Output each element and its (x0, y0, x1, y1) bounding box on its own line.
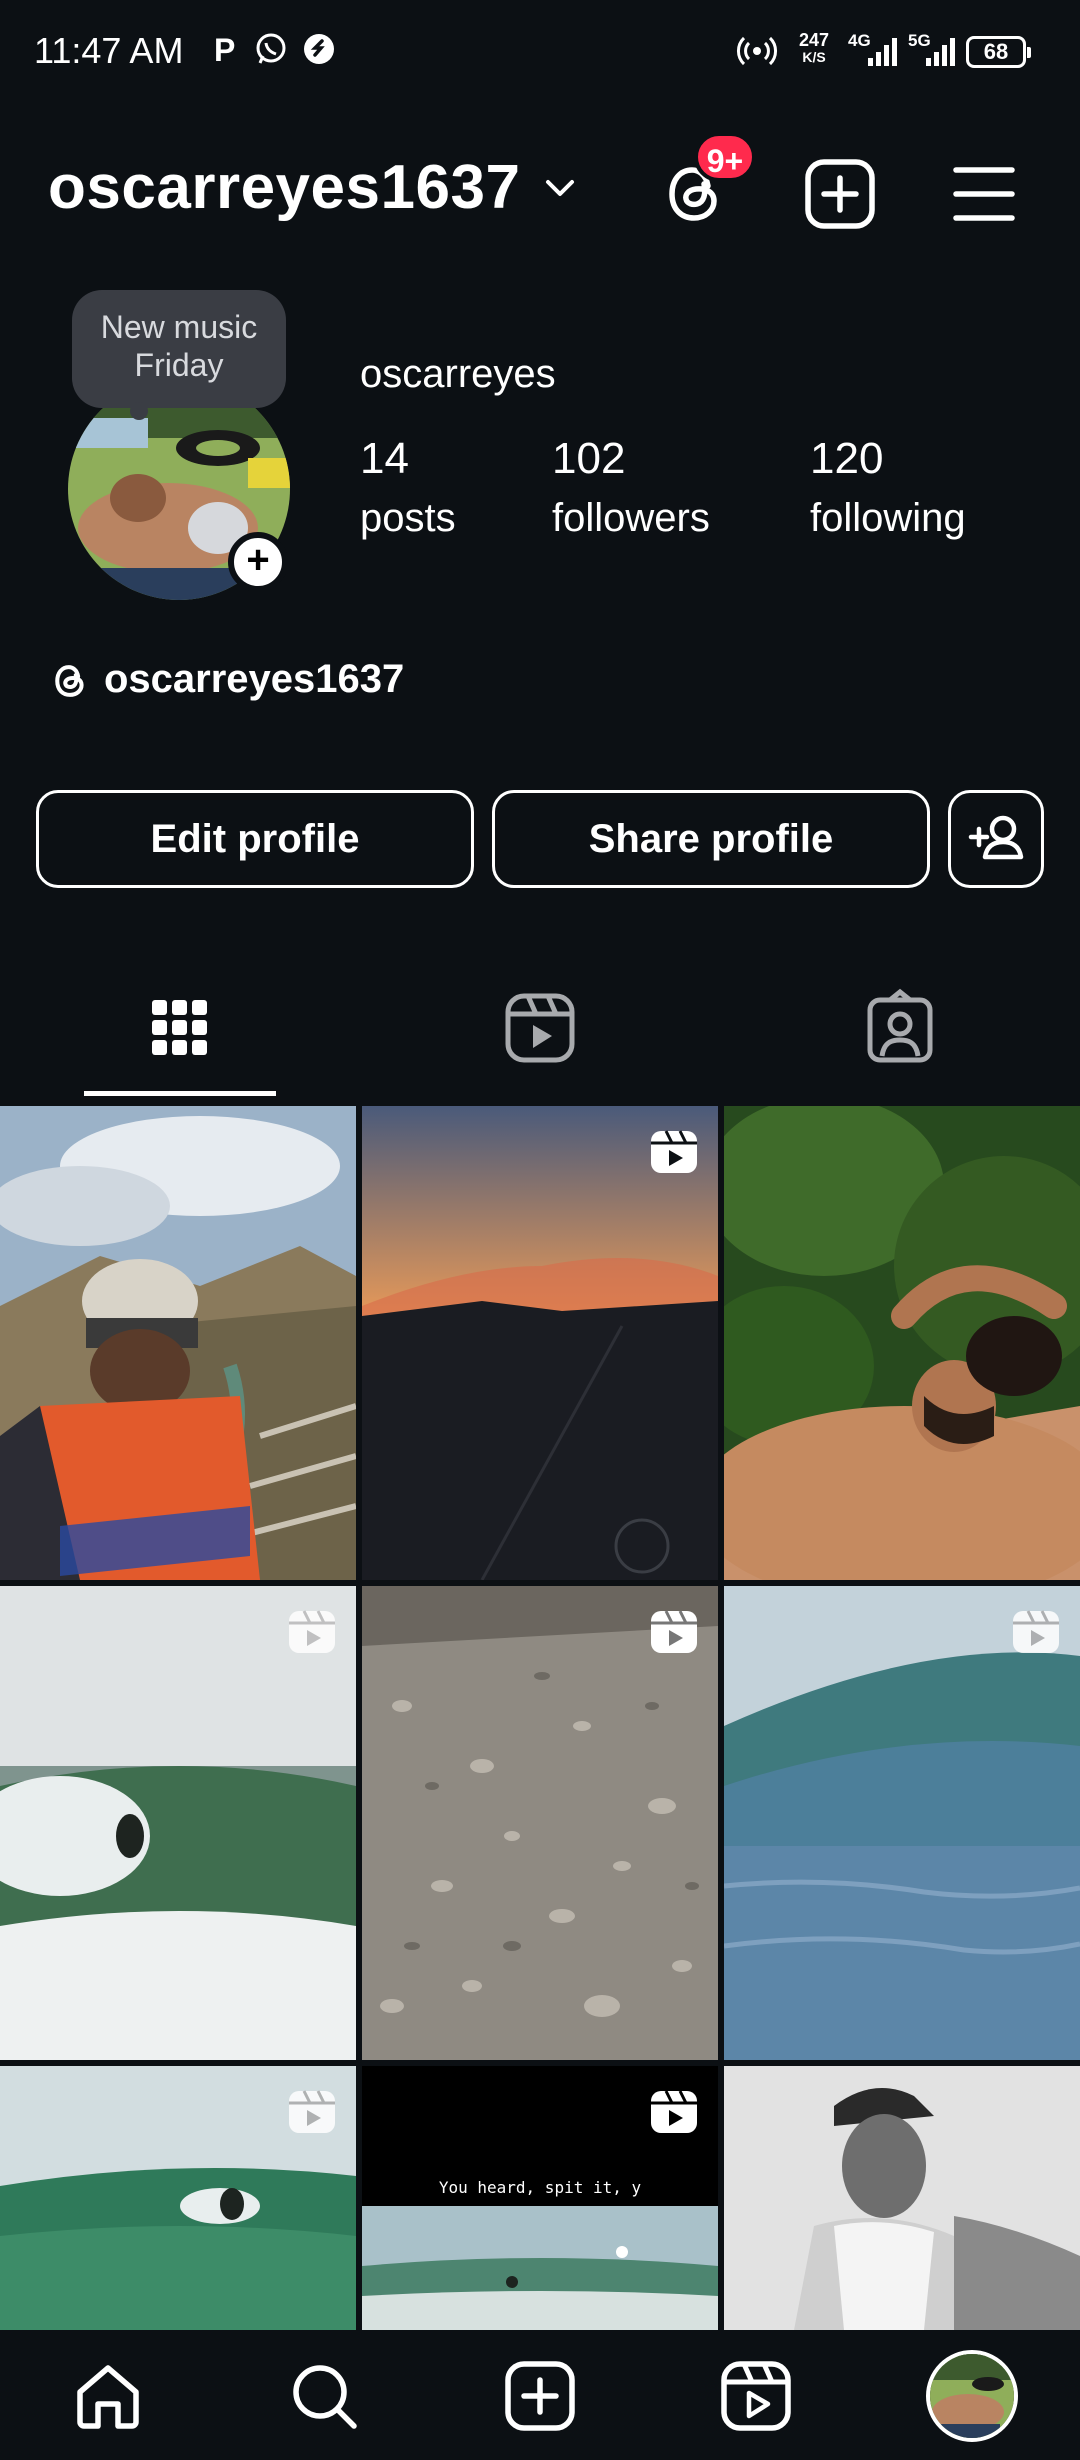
note-bubble-tail (130, 402, 148, 420)
followers-label[interactable]: followers (552, 496, 710, 541)
chevron-down-icon[interactable] (544, 176, 576, 200)
create-icon[interactable] (502, 2358, 578, 2434)
followers-count[interactable]: 102 (552, 434, 625, 484)
following-label[interactable]: following (810, 496, 966, 541)
status-bar: 11:47 AM P 247 K/S 4G 5G 68 (0, 0, 1080, 100)
signal-5g-icon (926, 38, 955, 66)
net-speed: 247 K/S (794, 30, 834, 66)
home-icon[interactable] (70, 2358, 146, 2434)
notification-badge: 9+ (694, 132, 756, 182)
avatar-photo (930, 2354, 1014, 2438)
profile-note[interactable]: New music Friday (72, 290, 286, 420)
share-profile-button[interactable]: Share profile (492, 790, 930, 888)
post-caption-overlay: You heard, spit it, y (438, 2178, 642, 2197)
post-image (0, 1106, 356, 1580)
grid-post-gravel[interactable] (362, 1586, 718, 2060)
profile-nav-avatar[interactable] (926, 2350, 1018, 2442)
grid-post-beach-text[interactable]: You heard, spit it, y (362, 2066, 718, 2330)
grid-post-ocean-wave[interactable] (724, 1586, 1080, 2060)
create-post-icon[interactable] (802, 156, 878, 232)
account-switcher[interactable]: oscarreyes1637 (48, 152, 520, 223)
grid-post-surfer-barrel[interactable] (0, 2066, 356, 2330)
threads-icon (55, 665, 84, 697)
active-tab-indicator (84, 1091, 276, 1096)
reel-indicator-icon (651, 1610, 697, 1653)
reels-icon[interactable] (718, 2358, 794, 2434)
add-story-button[interactable]: + (228, 532, 288, 592)
status-time: 11:47 AM (34, 30, 184, 71)
grid-post-surfer[interactable] (0, 1586, 356, 2060)
grid-post-portrait[interactable] (724, 2066, 1080, 2330)
profile-note-text: New music Friday (100, 309, 258, 383)
post-image (724, 2066, 1080, 2330)
post-image (724, 1106, 1080, 1580)
reels-tab-icon[interactable] (500, 988, 580, 1068)
reel-indicator-icon (651, 2090, 697, 2133)
edit-profile-button[interactable]: Edit profile (36, 790, 474, 888)
search-icon[interactable] (286, 2358, 362, 2434)
posts-label[interactable]: posts (360, 496, 456, 541)
display-name: oscarreyes (360, 352, 556, 396)
post-image (362, 1106, 718, 1580)
threads-handle: oscarreyes1637 (104, 657, 405, 701)
net-speed-value: 247 (798, 30, 830, 50)
post-image (0, 1586, 356, 2060)
reel-indicator-icon (289, 1610, 335, 1653)
posts-count[interactable]: 14 (360, 434, 409, 484)
parking-icon: P (214, 32, 235, 66)
reel-indicator-icon (289, 2090, 335, 2133)
signal-4g-icon (868, 38, 897, 66)
menu-icon[interactable] (946, 156, 1022, 232)
post-image (362, 1586, 718, 2060)
reel-indicator-icon (651, 1130, 697, 1173)
discover-people-button[interactable] (948, 790, 1044, 888)
battery-indicator: 68 (966, 36, 1031, 68)
grid-post-sunbathing[interactable] (724, 1106, 1080, 1580)
following-count[interactable]: 120 (810, 434, 883, 484)
reel-indicator-icon (1013, 1610, 1059, 1653)
post-image (724, 1586, 1080, 2060)
hotspot-icon (737, 36, 777, 66)
whatsapp-icon (256, 33, 286, 64)
grid-post-hiker[interactable] (0, 1106, 356, 1580)
shazam-icon (304, 34, 334, 64)
grid-post-sunset[interactable] (362, 1106, 718, 1580)
add-person-icon (968, 815, 1024, 860)
svg-text:P: P (214, 32, 235, 66)
net-speed-unit: K/S (802, 49, 826, 65)
grid-tab-icon[interactable] (140, 988, 220, 1068)
tagged-tab-icon[interactable] (860, 988, 940, 1068)
